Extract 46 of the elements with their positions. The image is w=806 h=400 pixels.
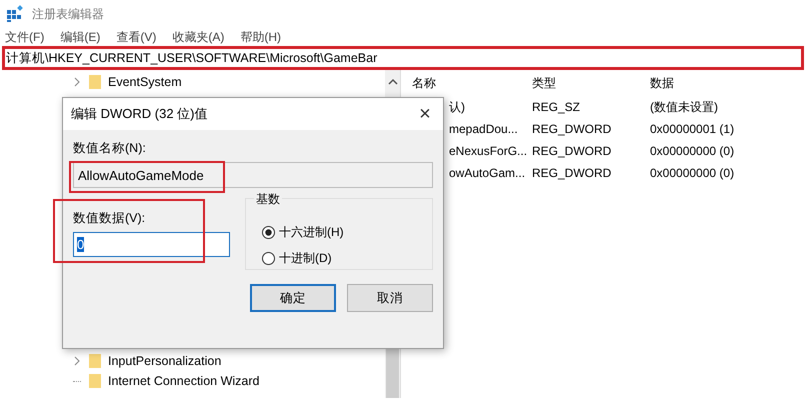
folder-icon [88, 373, 102, 389]
column-header[interactable]: 数据 [650, 74, 790, 92]
radio-label[interactable]: 十六进制(H) [279, 224, 344, 240]
column-header[interactable]: 名称 [409, 74, 532, 92]
table-cell-text: REG_DWORD [532, 144, 612, 158]
chevron-right-icon[interactable] [73, 77, 81, 87]
menu-item[interactable]: 帮助(H) [240, 28, 281, 46]
input-field[interactable]: 0 [73, 232, 230, 257]
radio-button[interactable] [262, 226, 275, 238]
column-header[interactable]: 类型 [532, 74, 650, 92]
window-title: 注册表编辑器 [32, 6, 104, 22]
table-cell-text: eNexusForG... [449, 144, 528, 158]
table-cell-text: owAutoGam... [449, 166, 526, 180]
radio-button[interactable] [262, 252, 275, 264]
dialog-button[interactable]: 取消 [347, 284, 433, 312]
chevron-right-icon[interactable] [73, 356, 81, 366]
tree-item[interactable]: EventSystem [108, 75, 182, 89]
input-field[interactable]: AllowAutoGameMode [73, 162, 433, 188]
table-cell-text: REG_DWORD [532, 122, 612, 136]
scroll-up-icon[interactable] [388, 78, 398, 86]
table-cell-text: REG_DWORD [532, 166, 612, 180]
tree-item[interactable]: Internet Connection Wizard [108, 374, 260, 388]
folder-icon [88, 74, 102, 90]
radio-label[interactable]: 十进制(D) [279, 250, 332, 266]
table-cell-text: (数值未设置) [650, 98, 719, 116]
close-button[interactable]: × [407, 99, 443, 129]
address-bar[interactable]: 计算机\HKEY_CURRENT_USER\SOFTWARE\Microsoft\GameBar [2, 46, 804, 70]
registry-icon [6, 5, 24, 23]
menu-item[interactable]: 查看(V) [116, 28, 156, 46]
group-label: 基数 [254, 191, 282, 208]
menu-item[interactable]: 收藏夹(A) [172, 28, 224, 46]
dialog-button[interactable]: 确定 [250, 284, 336, 312]
menu-item[interactable]: 编辑(E) [60, 28, 100, 46]
field-label: 数值名称(N): [73, 140, 147, 157]
table-cell-text: mepadDou... [449, 122, 519, 136]
table-cell-text: REG_SZ [532, 100, 582, 114]
table-cell-text: 0x00000001 (1) [650, 122, 736, 136]
scrollbar-thumb[interactable] [386, 346, 399, 398]
dialog-title: 编辑 DWORD (32 位)值 [71, 105, 208, 123]
tree-item[interactable]: InputPersonalization [108, 354, 222, 368]
table-cell-text: 0x00000000 (0) [650, 144, 736, 158]
folder-icon [88, 353, 102, 369]
table-cell-text: 认) [449, 98, 466, 116]
menu-item[interactable]: 文件(F) [5, 28, 44, 46]
table-cell-text: 0x00000000 (0) [650, 166, 736, 180]
field-label: 数值数据(V): [73, 210, 146, 227]
